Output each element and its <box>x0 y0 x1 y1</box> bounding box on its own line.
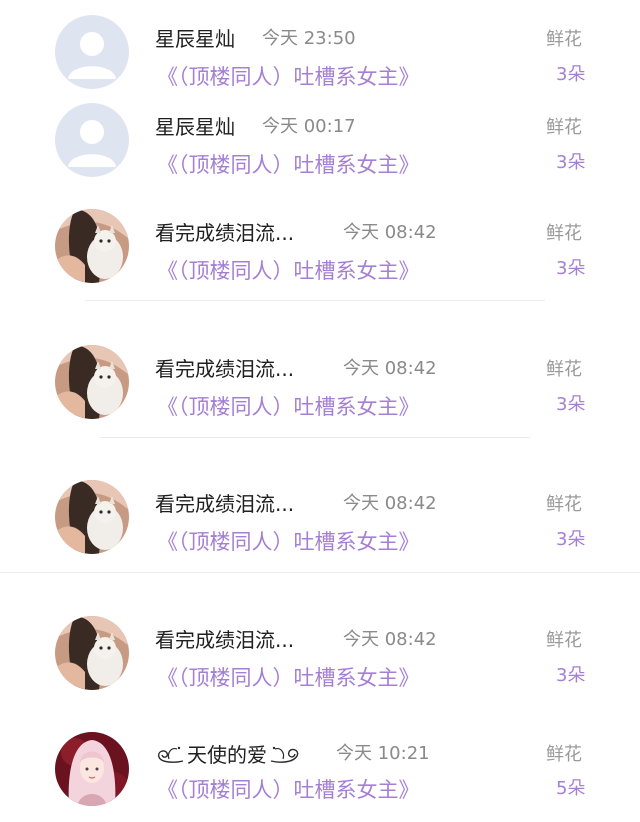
book-title-link[interactable]: 《（顶楼同人）吐槽系女主》 <box>157 61 420 91</box>
gift-message-list: 星辰星灿 今天 23:50 《（顶楼同人）吐槽系女主》 鲜花 3朵 星辰星灿 今… <box>0 0 640 808</box>
list-item[interactable]: 星辰星灿 今天 00:17 《（顶楼同人）吐槽系女主》 鲜花 3朵 <box>0 103 640 193</box>
book-title-link[interactable]: 《（顶楼同人）吐槽系女主》 <box>157 149 420 179</box>
anime-girl-avatar-icon[interactable] <box>55 732 129 806</box>
gift-type-label: 鲜花 <box>546 630 582 651</box>
message-time: 今天 08:42 <box>343 493 437 514</box>
message-time: 今天 00:17 <box>262 116 356 137</box>
gift-type-label: 鲜花 <box>546 29 582 50</box>
ornament-left-icon <box>157 746 184 763</box>
list-item[interactable]: 看完成绩泪流... 今天 08:42 《（顶楼同人）吐槽系女主》 鲜花 3朵 <box>0 209 640 299</box>
girl-with-cat-avatar-icon[interactable] <box>55 480 129 554</box>
gift-type-label: 鲜花 <box>546 494 582 515</box>
message-time: 今天 08:42 <box>343 358 437 379</box>
gift-type-label: 鲜花 <box>546 359 582 380</box>
list-item[interactable]: 天使的爱 今天 10:21 《（顶楼同人）吐槽系女主》 鲜花 5朵 <box>0 732 640 822</box>
sender-name[interactable]: 看完成绩泪流... <box>155 488 294 517</box>
gift-type-label: 鲜花 <box>546 744 582 765</box>
default-user-avatar-icon[interactable] <box>55 15 129 89</box>
list-item[interactable]: 看完成绩泪流... 今天 08:42 《（顶楼同人）吐槽系女主》 鲜花 3朵 <box>0 616 640 706</box>
list-item[interactable]: 看完成绩泪流... 今天 08:42 《（顶楼同人）吐槽系女主》 鲜花 3朵 <box>0 480 640 570</box>
list-item[interactable]: 星辰星灿 今天 23:50 《（顶楼同人）吐槽系女主》 鲜花 3朵 <box>0 15 640 105</box>
default-user-avatar-icon[interactable] <box>55 103 129 177</box>
sender-name[interactable]: 看完成绩泪流... <box>155 624 294 653</box>
book-title-link[interactable]: 《（顶楼同人）吐槽系女主》 <box>157 526 420 556</box>
book-title-link[interactable]: 《（顶楼同人）吐槽系女主》 <box>157 391 420 421</box>
book-title-link[interactable]: 《（顶楼同人）吐槽系女主》 <box>157 255 420 285</box>
book-title-link[interactable]: 《（顶楼同人）吐槽系女主》 <box>157 774 420 804</box>
divider <box>0 572 640 573</box>
girl-with-cat-avatar-icon[interactable] <box>55 209 129 283</box>
sender-name[interactable]: 看完成绩泪流... <box>155 217 294 246</box>
gift-type-label: 鲜花 <box>546 117 582 138</box>
list-item[interactable]: 看完成绩泪流... 今天 08:42 《（顶楼同人）吐槽系女主》 鲜花 3朵 <box>0 345 640 435</box>
message-time: 今天 23:50 <box>262 28 356 49</box>
gift-type-label: 鲜花 <box>546 223 582 244</box>
gift-count: 3朵 <box>556 258 586 279</box>
gift-count: 3朵 <box>556 64 586 85</box>
girl-with-cat-avatar-icon[interactable] <box>55 616 129 690</box>
sender-name[interactable]: 星辰星灿 <box>155 111 235 140</box>
ornament-right-icon <box>270 746 299 763</box>
sender-name[interactable]: 星辰星灿 <box>155 23 235 52</box>
gift-count: 3朵 <box>556 152 586 173</box>
message-time: 今天 10:21 <box>336 743 430 764</box>
gift-count: 3朵 <box>556 529 586 550</box>
divider <box>85 300 545 301</box>
sender-name[interactable]: 看完成绩泪流... <box>155 353 294 382</box>
divider <box>100 437 530 438</box>
girl-with-cat-avatar-icon[interactable] <box>55 345 129 419</box>
gift-count: 3朵 <box>556 665 586 686</box>
book-title-link[interactable]: 《（顶楼同人）吐槽系女主》 <box>157 662 420 692</box>
message-time: 今天 08:42 <box>343 222 437 243</box>
sender-name: 天使的爱 <box>187 743 267 767</box>
message-time: 今天 08:42 <box>343 629 437 650</box>
sender-name-wrapper[interactable]: 天使的爱 <box>155 739 303 770</box>
gift-count: 3朵 <box>556 394 586 415</box>
gift-count: 5朵 <box>556 778 586 799</box>
